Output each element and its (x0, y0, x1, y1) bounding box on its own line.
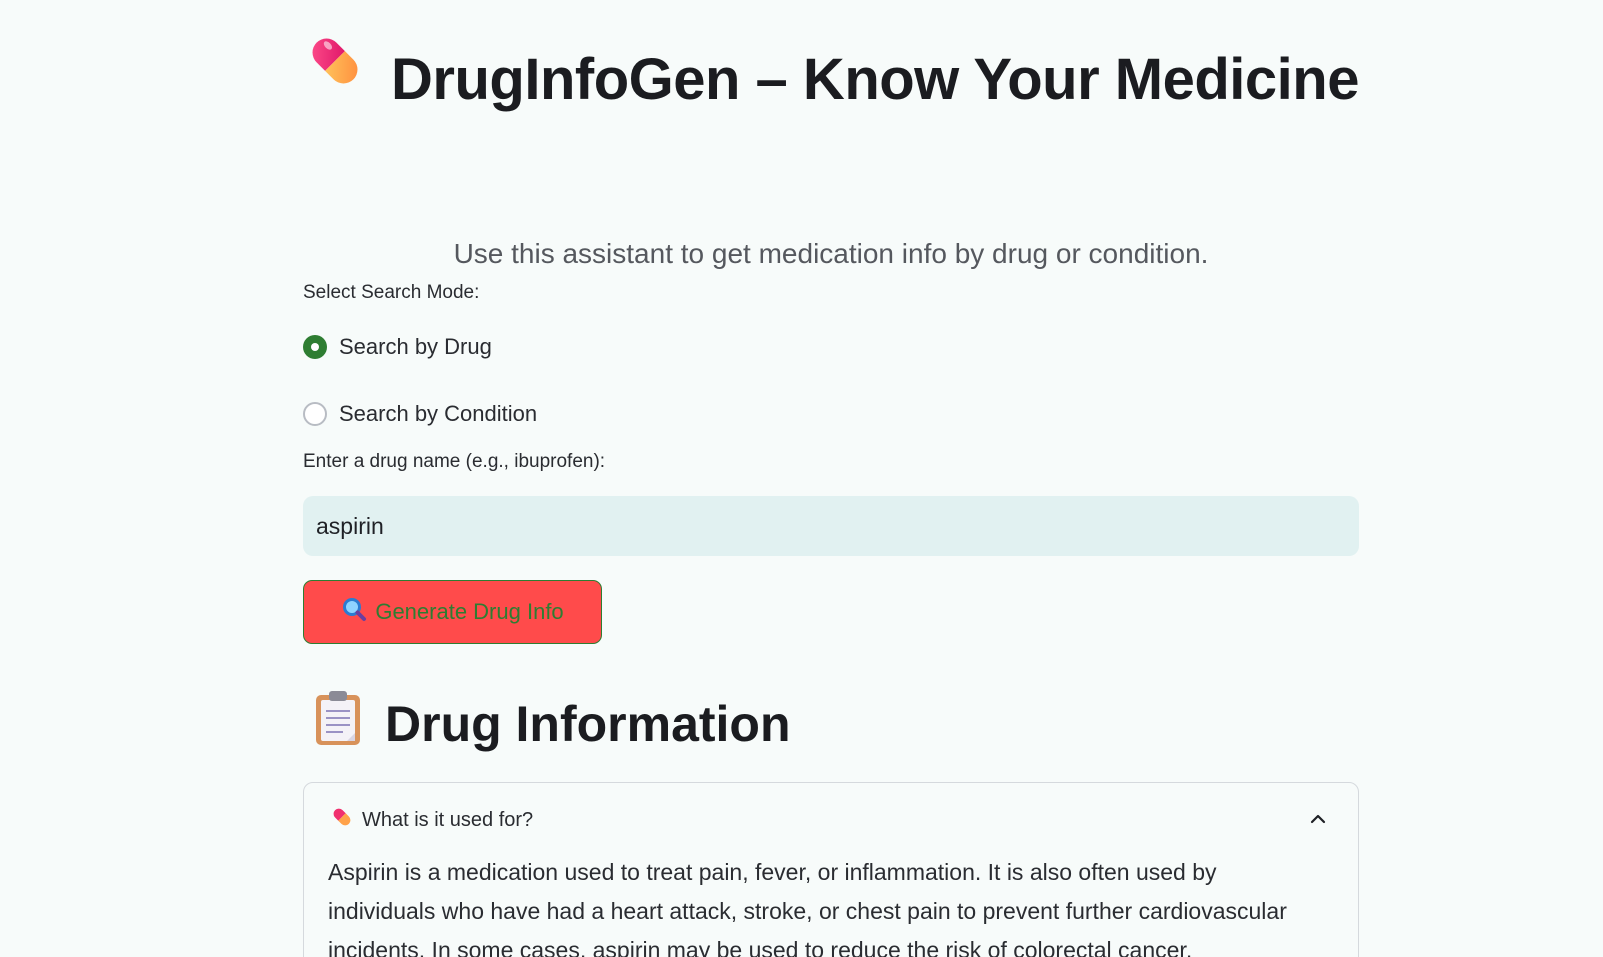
pill-icon (330, 805, 354, 835)
page-subtitle: Use this assistant to get medication inf… (453, 238, 1209, 269)
generate-drug-info-button[interactable]: Generate Drug Info (303, 580, 602, 644)
drug-information-heading: Drug Information (315, 690, 791, 758)
radio-unselected-indicator[interactable] (303, 402, 327, 426)
expander-what-is-it-used-for: What is it used for? Aspirin is a medica… (303, 782, 1359, 957)
radio-search-by-drug-label: Search by Drug (339, 334, 492, 359)
generate-button-label: Generate Drug Info (375, 599, 564, 624)
radio-search-by-condition-label: Search by Condition (339, 401, 538, 426)
clipboard-icon (315, 690, 361, 758)
page-title: DrugInfoGen – Know Your Medicine (303, 30, 1359, 134)
drug-information-heading-text: Drug Information (385, 696, 791, 752)
magnifier-icon (341, 596, 367, 628)
drug-name-input[interactable] (303, 496, 1359, 556)
radio-search-by-condition[interactable]: Search by Condition (303, 401, 537, 427)
pill-icon (303, 24, 367, 124)
expander-header[interactable]: What is it used for? (330, 805, 533, 835)
radio-selected-indicator[interactable] (303, 335, 327, 359)
expander-body-text: Aspirin is a medication used to treat pa… (328, 859, 1287, 957)
page-title-text: DrugInfoGen – Know Your Medicine (391, 47, 1359, 112)
drug-input-label: Enter a drug name (e.g., ibuprofen): (303, 451, 606, 472)
search-mode-label: Select Search Mode: (303, 282, 480, 303)
chevron-up-icon[interactable] (1308, 809, 1328, 829)
app-page: DrugInfoGen – Know Your Medicine Use thi… (0, 0, 1603, 957)
expander-title: What is it used for? (362, 808, 534, 831)
radio-search-by-drug[interactable]: Search by Drug (303, 334, 492, 360)
